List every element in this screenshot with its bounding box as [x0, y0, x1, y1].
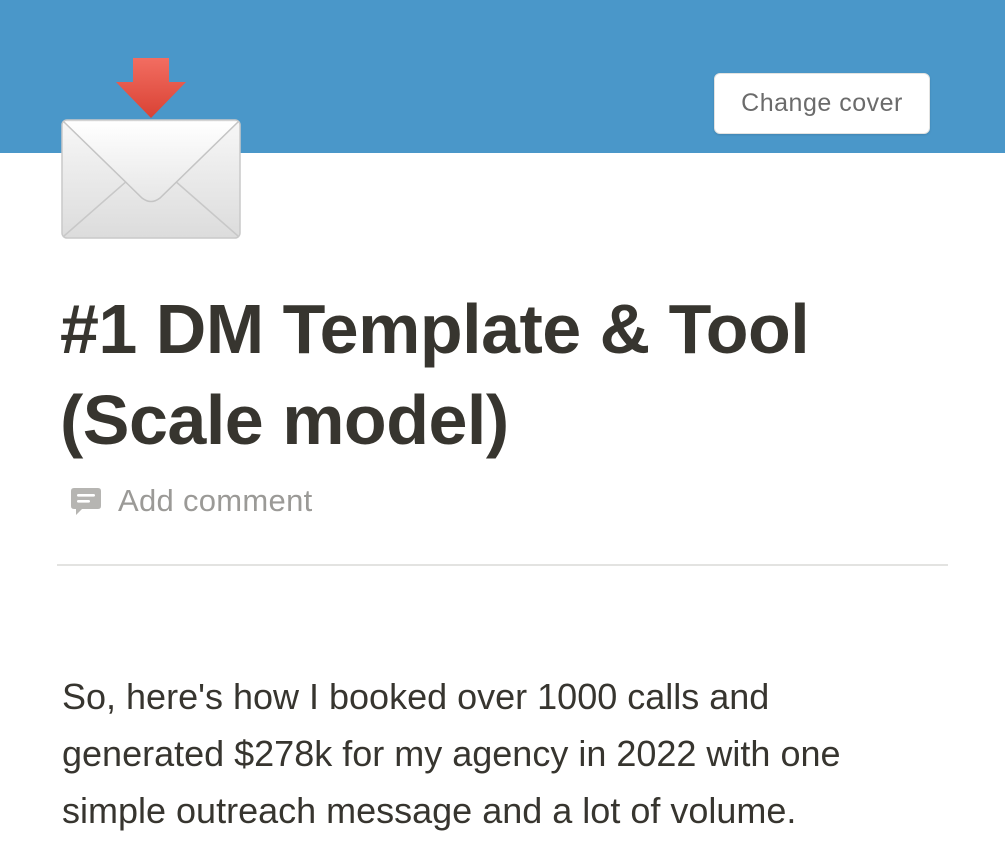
notion-page: Change cover #1 DM Template & Tool (Scal…	[0, 0, 1005, 851]
body-line-2: generated $278k for my agency in 2022 wi…	[62, 733, 841, 774]
comment-icon	[68, 483, 104, 519]
divider	[57, 564, 948, 566]
page-title-line-2: (Scale model)	[60, 381, 509, 459]
add-comment-button[interactable]: Add comment	[68, 478, 313, 524]
body-paragraph[interactable]: So, here's how I booked over 1000 calls …	[62, 668, 962, 839]
page-title-line-1: #1 DM Template & Tool	[60, 290, 810, 368]
page-title[interactable]: #1 DM Template & Tool (Scale model)	[60, 284, 960, 466]
body-line-3: simple outreach message and a lot of vol…	[62, 790, 797, 831]
envelope-with-arrow-icon[interactable]	[56, 52, 246, 244]
change-cover-button[interactable]: Change cover	[714, 73, 930, 134]
add-comment-label: Add comment	[118, 483, 313, 518]
body-line-1: So, here's how I booked over 1000 calls …	[62, 676, 770, 717]
